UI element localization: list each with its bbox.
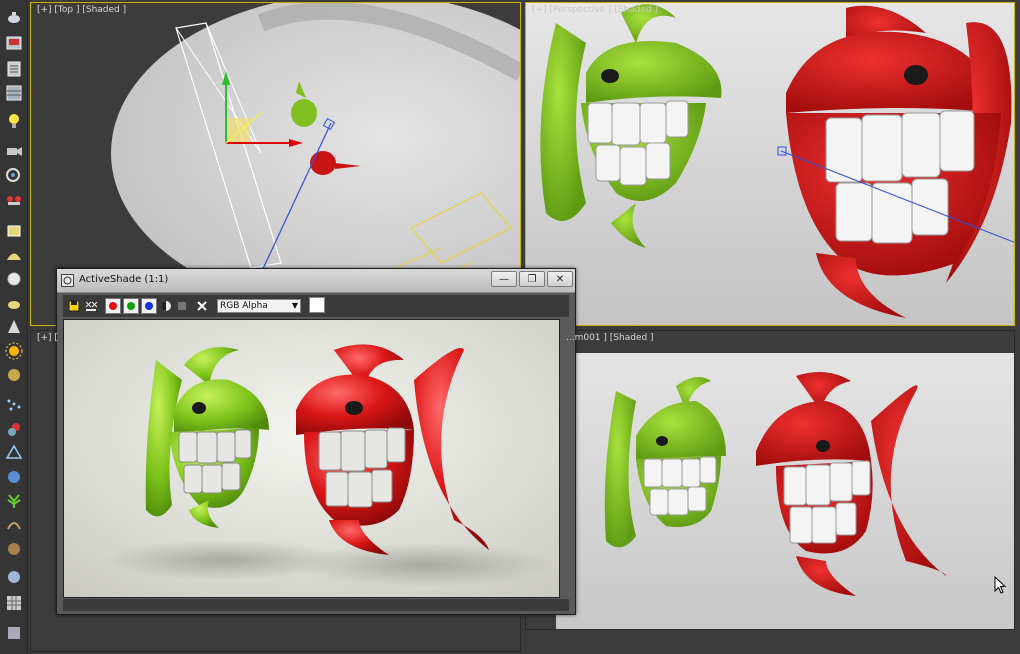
activeshade-render-image	[63, 319, 560, 598]
close-x-icon[interactable]	[195, 298, 209, 314]
hair-icon[interactable]	[3, 514, 25, 536]
globe-icon[interactable]	[3, 364, 25, 386]
activeshade-window[interactable]: ActiveShade (1:1) — ❐ ✕ RGB Alpha ▼	[56, 268, 576, 615]
mouse-cursor-icon	[994, 576, 1006, 594]
viewport-camera-scene	[556, 353, 1014, 629]
render-scene	[64, 320, 559, 597]
viewport-camera[interactable]: ...m001 ] [Shaded ]	[525, 330, 1015, 630]
grid-icon[interactable]	[3, 592, 25, 614]
minimize-button[interactable]: —	[491, 271, 517, 287]
activeshade-titlebar[interactable]: ActiveShade (1:1) — ❐ ✕	[57, 269, 575, 293]
viewport-label-perspective[interactable]: [+] [Perspective ] [Shaded ]	[532, 5, 658, 15]
scene-icon[interactable]	[3, 622, 25, 644]
restore-icon: ❐	[527, 273, 537, 285]
close-button[interactable]: ✕	[547, 271, 573, 287]
patch-icon[interactable]	[3, 466, 25, 488]
sun-icon[interactable]	[3, 340, 25, 362]
activeshade-toolbar: RGB Alpha ▼	[63, 295, 569, 317]
viewport-label-top[interactable]: [+] [Top ] [Shaded ]	[37, 5, 126, 15]
channel-select[interactable]: RGB Alpha ▼	[217, 299, 301, 313]
shapes-icon[interactable]	[3, 418, 25, 440]
helper-icon[interactable]	[3, 164, 25, 186]
spacewarp-icon[interactable]	[3, 188, 25, 210]
viewport-perspective[interactable]: [+] [Perspective ] [Shaded ]	[525, 2, 1015, 326]
red-channel-toggle[interactable]	[105, 298, 121, 314]
fur-icon[interactable]	[3, 538, 25, 560]
viewport-label-camera[interactable]: ...m001 ] [Shaded ]	[566, 333, 654, 343]
monochrome-icon[interactable]	[159, 298, 173, 314]
particles-icon[interactable]	[3, 394, 25, 416]
chevron-down-icon: ▼	[291, 301, 298, 310]
ball-icon[interactable]	[3, 566, 25, 588]
color-swatch[interactable]	[309, 297, 325, 313]
close-icon: ✕	[555, 273, 565, 285]
save-icon[interactable]	[67, 298, 81, 314]
restore-button[interactable]: ❐	[519, 271, 545, 287]
activeshade-statusbar	[63, 599, 569, 611]
sphere-icon[interactable]	[3, 268, 25, 290]
dome-icon[interactable]	[3, 244, 25, 266]
render-setup-icon[interactable]	[3, 32, 25, 54]
teapot-icon[interactable]	[3, 6, 25, 28]
cone-icon[interactable]	[3, 316, 25, 338]
light-icon[interactable]	[3, 110, 25, 132]
channel-select-value: RGB Alpha	[220, 301, 268, 311]
activeshade-title: ActiveShade (1:1)	[79, 274, 169, 285]
camera-icon[interactable]	[3, 140, 25, 162]
left-toolbar	[0, 0, 28, 654]
viewport-label-left[interactable]: [+] [	[37, 333, 58, 343]
compound-icon[interactable]	[3, 442, 25, 464]
minimize-icon: —	[499, 273, 509, 285]
copy-image-icon[interactable]	[83, 298, 99, 314]
rendered-frame-icon[interactable]	[3, 58, 25, 80]
plane-icon[interactable]	[3, 220, 25, 242]
blue-channel-toggle[interactable]	[141, 298, 157, 314]
viewport-perspective-scene	[526, 3, 1014, 325]
green-channel-toggle[interactable]	[123, 298, 139, 314]
app-window: [+] [Top ] [Shaded ] [+] [Perspective] …	[0, 0, 1020, 654]
material-editor-icon[interactable]	[3, 82, 25, 104]
clear-icon[interactable]	[175, 298, 189, 314]
foliage-icon[interactable]	[3, 490, 25, 512]
app-logo-icon	[61, 274, 74, 287]
teapot-geo-icon[interactable]	[3, 292, 25, 314]
